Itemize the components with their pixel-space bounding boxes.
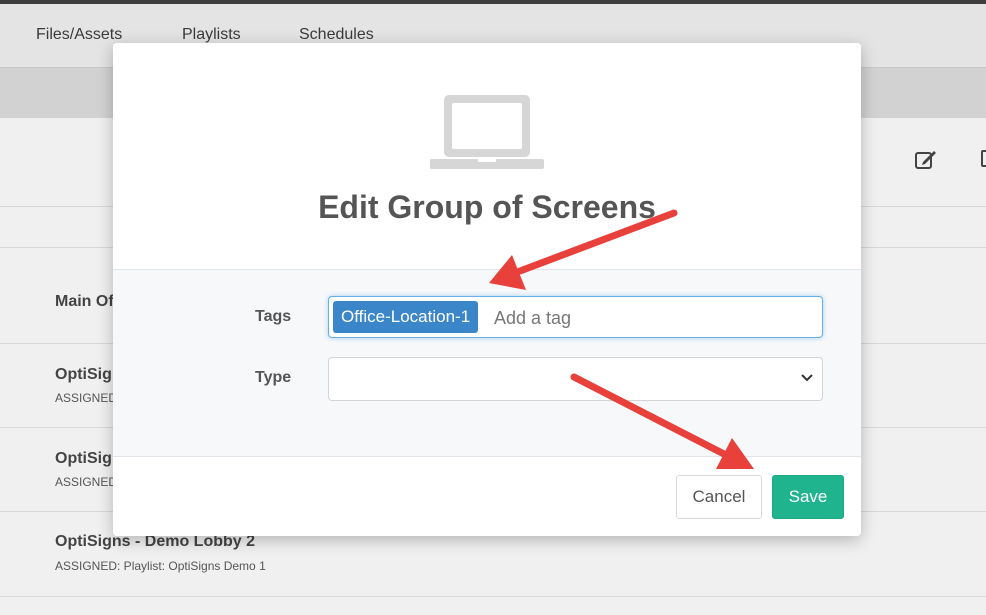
annotation-arrows bbox=[489, 209, 754, 469]
annotation-arrow bbox=[570, 373, 754, 469]
annotation-arrow bbox=[489, 209, 678, 290]
